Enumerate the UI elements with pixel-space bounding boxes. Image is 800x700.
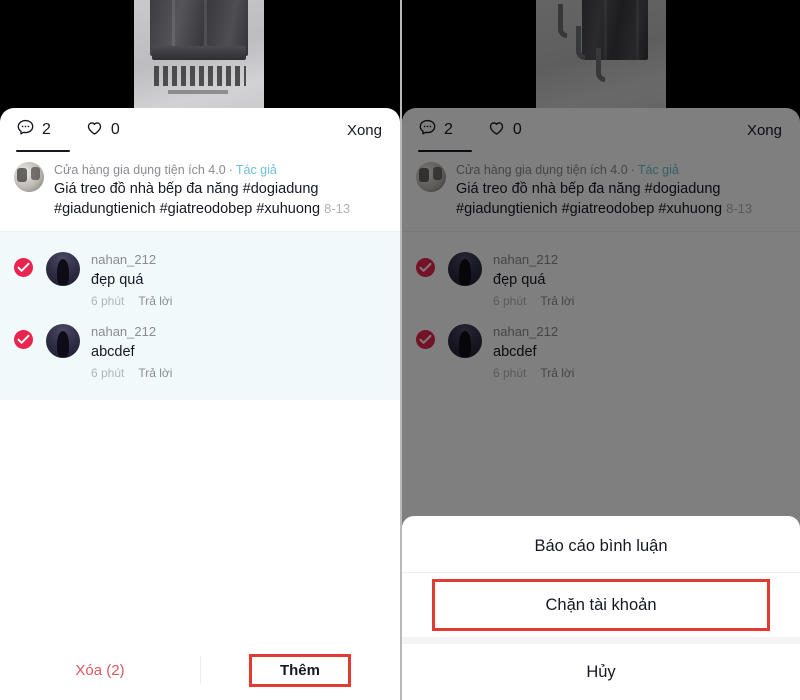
add-button[interactable]: Thêm xyxy=(248,653,351,687)
video-watermark xyxy=(154,66,246,86)
heart-icon xyxy=(85,118,104,142)
comment-selected-checkbox[interactable] xyxy=(14,258,33,277)
comment-meta: 6 phút Trả lời xyxy=(91,294,172,308)
tab-comments[interactable]: 2 xyxy=(16,108,51,152)
action-block-account[interactable]: Chặn tài khoản xyxy=(435,582,767,628)
post-separator: · xyxy=(228,163,233,177)
right-screen: 2 0 Xong Cửa hàng gia dụng xyxy=(400,0,800,700)
action-sheet-separator xyxy=(402,572,800,573)
post-date: 8-13 xyxy=(324,201,351,216)
post-caption: Giá treo đồ nhà bếp đa năng #dogiadung #… xyxy=(54,180,384,219)
comment-text: abcdef xyxy=(91,344,135,360)
video-watermark-sub xyxy=(168,90,228,94)
left-screen: 2 0 Xong Cửa hàng gia dụng tiện ích 4.0 … xyxy=(0,0,400,700)
comment-text: đẹp quá xyxy=(91,272,144,288)
comment-tabbar: 2 0 Xong xyxy=(0,108,400,152)
avatar[interactable] xyxy=(46,252,80,286)
check-icon xyxy=(17,262,30,272)
action-sheet: Báo cáo bình luận Chặn tài khoản Hủy xyxy=(402,516,800,700)
screenshot-root: 2 0 Xong Cửa hàng gia dụng tiện ích 4.0 … xyxy=(0,0,800,700)
comment-count: 2 xyxy=(42,121,51,138)
check-icon xyxy=(17,334,30,344)
like-count: 0 xyxy=(110,121,120,138)
post-header: Cửa hàng gia dụng tiện ích 4.0·Tác giả G… xyxy=(0,152,400,231)
post-caption-text: Giá treo đồ nhà bếp đa năng #dogiadung #… xyxy=(54,181,321,217)
selection-action-bar: Xóa (2) Thêm xyxy=(0,640,400,700)
comment-username[interactable]: nahan_212 xyxy=(91,323,172,340)
delete-button[interactable]: Xóa (2) xyxy=(0,662,200,679)
comment-item[interactable]: nahan_212 abcdef 6 phút Trả lời xyxy=(0,314,400,386)
avatar[interactable] xyxy=(46,324,80,358)
action-sheet-gap xyxy=(402,637,800,644)
action-block-account-highlight: Chặn tài khoản xyxy=(432,579,770,631)
action-bar-divider xyxy=(200,656,201,684)
comment-username[interactable]: nahan_212 xyxy=(91,251,172,268)
post-author-line: Cửa hàng gia dụng tiện ích 4.0·Tác giả xyxy=(54,162,384,178)
comment-meta: 6 phút Trả lời xyxy=(91,366,172,380)
product-rack-base xyxy=(152,46,246,60)
active-tab-underline xyxy=(16,149,70,152)
comment-bubble-icon xyxy=(16,118,35,142)
comment-list: nahan_212 đẹp quá 6 phút Trả lời xyxy=(0,231,400,400)
post-author-name[interactable]: Cửa hàng gia dụng tiện ích 4.0 xyxy=(54,163,226,177)
comment-sheet: 2 0 Xong Cửa hàng gia dụng xyxy=(0,108,400,700)
author-badge: Tác giả xyxy=(235,163,277,177)
action-report-comment[interactable]: Báo cáo bình luận xyxy=(402,520,800,572)
comment-item[interactable]: nahan_212 đẹp quá 6 phút Trả lời xyxy=(0,242,400,314)
sheet-empty-space xyxy=(0,400,400,640)
comment-time: 6 phút xyxy=(91,294,125,308)
comment-selected-checkbox[interactable] xyxy=(14,330,33,349)
comment-reply-button[interactable]: Trả lời xyxy=(138,294,172,308)
done-button[interactable]: Xong xyxy=(345,118,384,143)
action-cancel[interactable]: Hủy xyxy=(402,644,800,700)
comment-time: 6 phút xyxy=(91,366,125,380)
comment-reply-button[interactable]: Trả lời xyxy=(138,366,172,380)
tab-likes[interactable]: 0 xyxy=(85,108,120,152)
post-author-avatar[interactable] xyxy=(14,162,44,192)
